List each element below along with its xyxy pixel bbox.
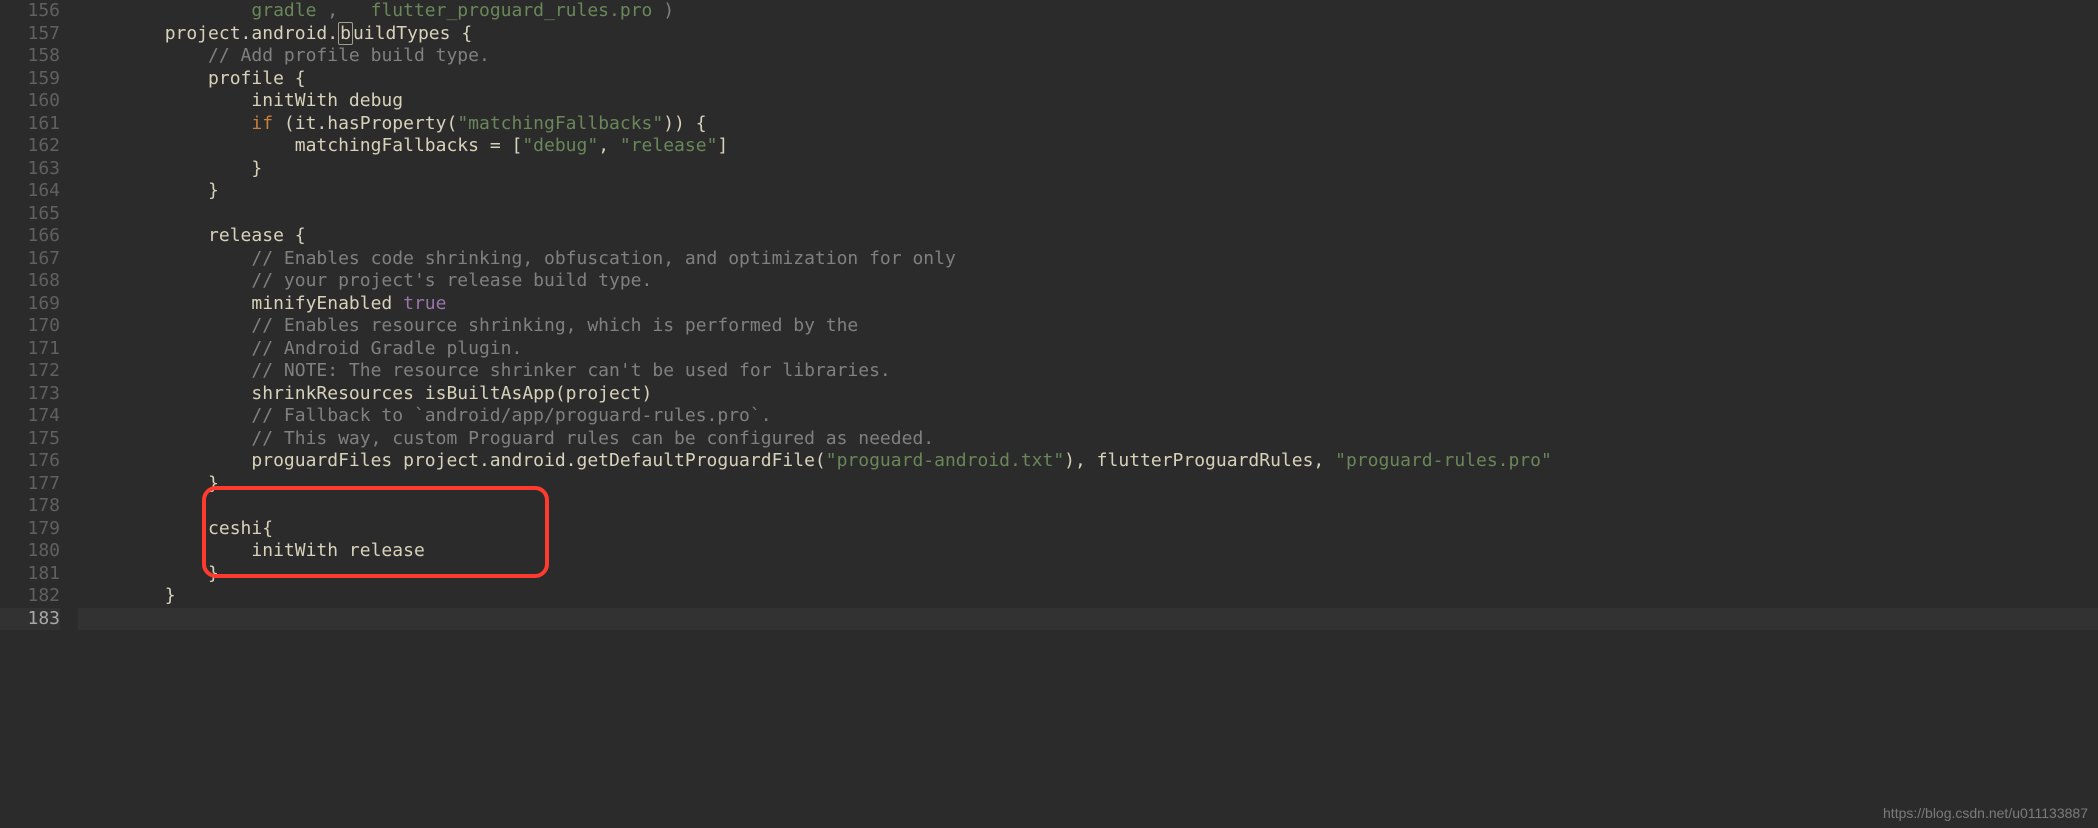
- line-number: 180: [0, 540, 60, 563]
- code-line[interactable]: }: [78, 563, 2098, 586]
- line-number: 181: [0, 563, 60, 586]
- line-number: 174: [0, 405, 60, 428]
- line-number: 164: [0, 180, 60, 203]
- line-number: 177: [0, 473, 60, 496]
- code-line[interactable]: matchingFallbacks = ["debug", "release"]: [78, 135, 2098, 158]
- cursor-highlight: b: [338, 22, 353, 45]
- line-number-gutter: 1561571581591601611621631641651661671681…: [0, 0, 78, 828]
- code-line[interactable]: shrinkResources isBuiltAsApp(project): [78, 383, 2098, 406]
- line-number: 162: [0, 135, 60, 158]
- line-number: 168: [0, 270, 60, 293]
- code-line[interactable]: gradle , flutter_proguard_rules.pro ): [78, 0, 2098, 23]
- line-number: 165: [0, 203, 60, 226]
- code-line[interactable]: // This way, custom Proguard rules can b…: [78, 428, 2098, 451]
- code-line[interactable]: minifyEnabled true: [78, 293, 2098, 316]
- code-line[interactable]: }: [78, 473, 2098, 496]
- code-line[interactable]: [78, 203, 2098, 226]
- line-number: 166: [0, 225, 60, 248]
- code-line[interactable]: }: [78, 180, 2098, 203]
- line-number: 172: [0, 360, 60, 383]
- code-line[interactable]: proguardFiles project.android.getDefault…: [78, 450, 2098, 473]
- line-number: 176: [0, 450, 60, 473]
- line-number: 167: [0, 248, 60, 271]
- line-number: 182: [0, 585, 60, 608]
- code-line[interactable]: }: [78, 585, 2098, 608]
- code-line[interactable]: // Add profile build type.: [78, 45, 2098, 68]
- code-line[interactable]: // Enables code shrinking, obfuscation, …: [78, 248, 2098, 271]
- line-number: 159: [0, 68, 60, 91]
- line-number: 157: [0, 23, 60, 46]
- code-editor[interactable]: 1561571581591601611621631641651661671681…: [0, 0, 2098, 828]
- line-number: 179: [0, 518, 60, 541]
- line-number: 161: [0, 113, 60, 136]
- line-number: 160: [0, 90, 60, 113]
- code-line[interactable]: initWith release: [78, 540, 2098, 563]
- code-area[interactable]: gradle , flutter_proguard_rules.pro ) pr…: [78, 0, 2098, 828]
- code-line[interactable]: if (it.hasProperty("matchingFallbacks"))…: [78, 113, 2098, 136]
- code-line[interactable]: [78, 495, 2098, 518]
- line-number: 175: [0, 428, 60, 451]
- code-line[interactable]: project.android.buildTypes {: [78, 23, 2098, 46]
- line-number: 170: [0, 315, 60, 338]
- code-line[interactable]: ceshi{: [78, 518, 2098, 541]
- code-line[interactable]: // NOTE: The resource shrinker can't be …: [78, 360, 2098, 383]
- line-number: 156: [0, 0, 60, 23]
- line-number: 158: [0, 45, 60, 68]
- code-line[interactable]: // Fallback to `android/app/proguard-rul…: [78, 405, 2098, 428]
- code-line[interactable]: }: [78, 158, 2098, 181]
- line-number: 171: [0, 338, 60, 361]
- code-line[interactable]: // your project's release build type.: [78, 270, 2098, 293]
- watermark-text: https://blog.csdn.net/u011133887: [1883, 805, 2088, 823]
- line-number: 163: [0, 158, 60, 181]
- line-number: 183: [0, 608, 60, 631]
- line-number: 169: [0, 293, 60, 316]
- code-line[interactable]: initWith debug: [78, 90, 2098, 113]
- code-line[interactable]: // Enables resource shrinking, which is …: [78, 315, 2098, 338]
- code-line[interactable]: release {: [78, 225, 2098, 248]
- code-line-current[interactable]: [78, 608, 2098, 631]
- line-number: 178: [0, 495, 60, 518]
- code-line[interactable]: // Android Gradle plugin.: [78, 338, 2098, 361]
- code-line[interactable]: profile {: [78, 68, 2098, 91]
- line-number: 173: [0, 383, 60, 406]
